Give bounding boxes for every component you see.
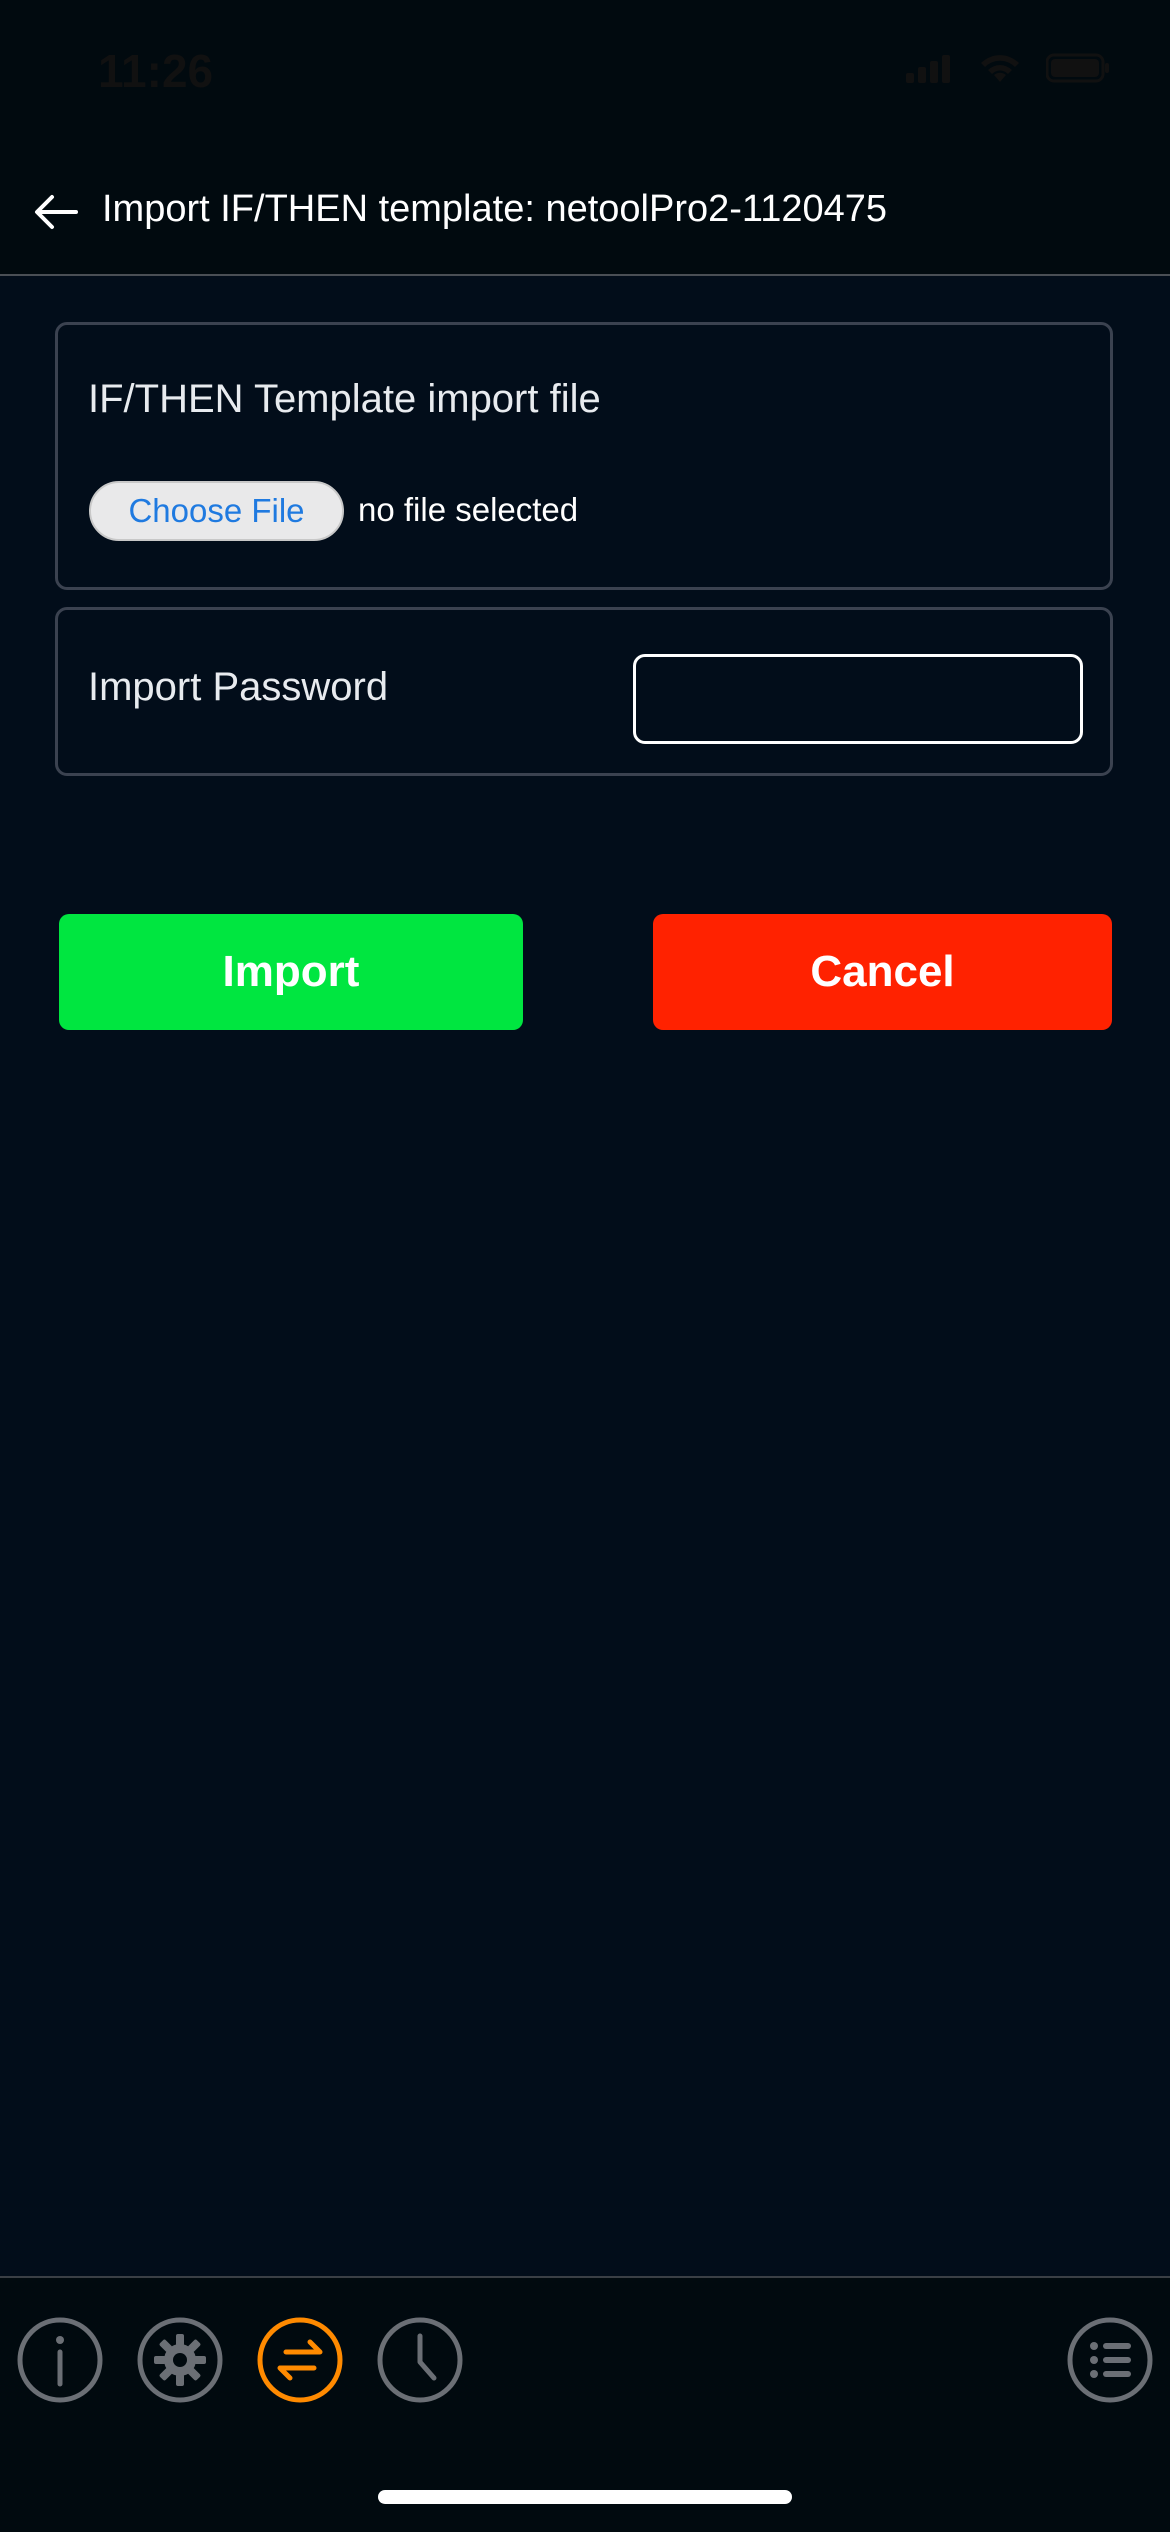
nav-menu-button[interactable]: [1066, 2316, 1154, 2404]
import-file-label: IF/THEN Template import file: [88, 377, 601, 421]
choose-file-button[interactable]: Choose File: [89, 481, 344, 541]
import-file-card: IF/THEN Template import file Choose File…: [55, 322, 1113, 590]
import-button[interactable]: Import: [59, 914, 523, 1030]
status-time: 11:26: [98, 45, 214, 97]
nav-info-button[interactable]: [16, 2316, 104, 2404]
nav-history-button[interactable]: [376, 2316, 464, 2404]
home-indicator[interactable]: [378, 2490, 792, 2504]
cancel-button[interactable]: Cancel: [653, 914, 1112, 1030]
back-button[interactable]: [24, 180, 88, 244]
clock-icon: [377, 2317, 463, 2403]
status-icons: [904, 52, 1110, 84]
import-password-label: Import Password: [88, 665, 389, 709]
wifi-icon: [981, 55, 1019, 82]
battery-icon: [1046, 53, 1109, 83]
import-password-card: Import Password: [55, 607, 1113, 776]
list-menu-icon: [1067, 2317, 1153, 2403]
page-title: Import IF/THEN template: netoolPro2-1120…: [102, 188, 888, 230]
arrow-left-icon: [35, 195, 78, 229]
cellular-signal-icon: [906, 55, 950, 83]
exchange-arrows-icon: [257, 2317, 343, 2403]
import-password-input[interactable]: [633, 654, 1083, 744]
nav-settings-button[interactable]: [136, 2316, 224, 2404]
status-bar: 11:26: [0, 0, 1170, 150]
import-template-screen: 11:26 Import IF/THEN template: netoolPro…: [0, 0, 1170, 2532]
page-header: Import IF/THEN template: netoolPro2-1120…: [0, 150, 1170, 276]
gear-icon: [137, 2317, 223, 2403]
file-status-text: no file selected: [358, 491, 579, 528]
nav-import-export-button[interactable]: [256, 2316, 344, 2404]
info-icon: [17, 2317, 103, 2403]
